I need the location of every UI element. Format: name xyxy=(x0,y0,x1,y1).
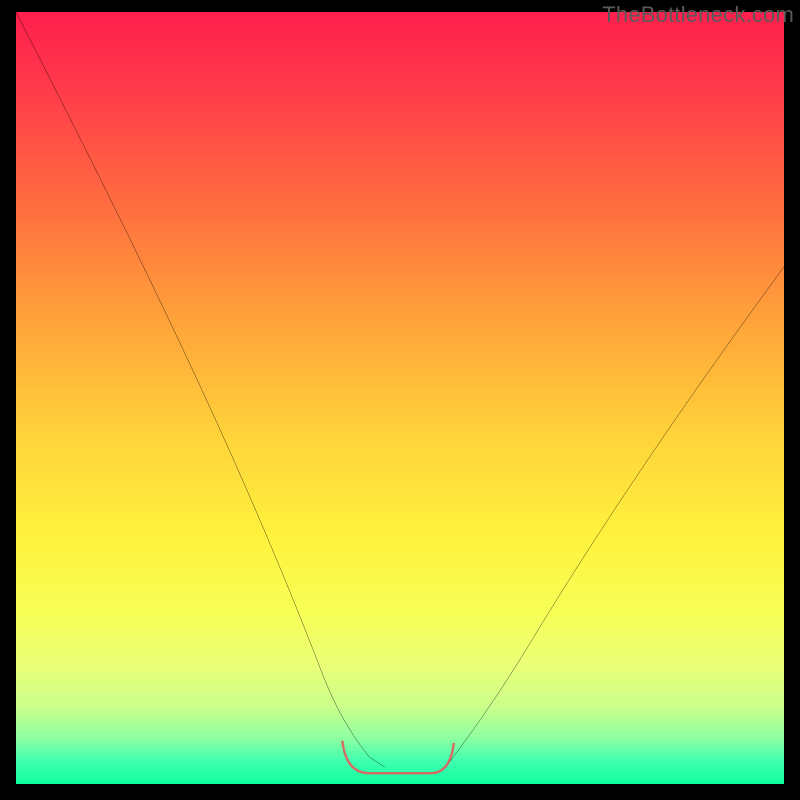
curve-right-branch xyxy=(446,267,784,767)
plot-area xyxy=(16,12,784,784)
curve-left-branch xyxy=(16,12,385,767)
chart-svg xyxy=(16,12,784,784)
chart-frame: TheBottleneck.com xyxy=(0,0,800,800)
trough-marker xyxy=(342,742,453,774)
watermark-text: TheBottleneck.com xyxy=(602,2,794,28)
